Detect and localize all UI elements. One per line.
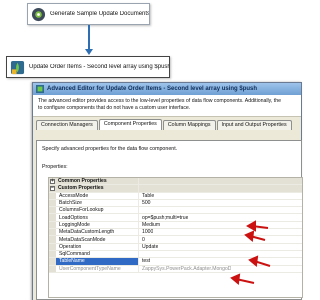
property-value[interactable]: op=$push;multi=true (139, 214, 188, 221)
property-name: MetaDataCustomLength (56, 229, 139, 236)
property-row-readonly[interactable]: UserComponentTypeName ZappySys.PowerPack… (49, 265, 302, 273)
property-value[interactable]: 0 (139, 236, 145, 243)
component-icon (36, 85, 44, 93)
advanced-editor-dialog: Advanced Editor for Update Order Items -… (32, 82, 303, 300)
property-value[interactable] (139, 251, 142, 257)
tab-strip: Connection Managers Component Properties… (36, 119, 301, 130)
property-name: LoggingMode (56, 221, 139, 229)
dialog-description: The advanced editor provides access to t… (33, 95, 301, 117)
task-generate-sample-update-documents[interactable]: Generate Sample Update Documents (27, 3, 150, 25)
property-row[interactable]: AccessMode Table (49, 192, 302, 200)
property-value[interactable]: test (139, 258, 150, 264)
task-label: Generate Sample Update Documents (50, 11, 149, 17)
mongodb-destination-icon (10, 60, 25, 74)
property-value[interactable]: 1000 (139, 229, 153, 235)
dialog-title: Advanced Editor for Update Order Items -… (47, 86, 258, 92)
property-row[interactable]: Operation Update (49, 243, 302, 251)
property-name: BatchSize (56, 199, 139, 207)
category-common-properties[interactable]: + Common Properties (49, 178, 302, 186)
property-value[interactable]: 500 (139, 200, 151, 206)
property-name: Operation (56, 243, 139, 250)
property-value[interactable] (139, 207, 142, 213)
gear-database-icon (31, 7, 46, 21)
property-name: TableName (56, 258, 139, 265)
property-row[interactable]: SqlCommand (49, 250, 302, 259)
property-grid: + Common Properties − Custom Properties … (48, 177, 303, 298)
flow-connector-arrowhead (85, 49, 93, 55)
property-row[interactable]: MetaDataScanMode 0 (49, 236, 302, 244)
task-label: Update Order Items - Second level array … (29, 64, 169, 70)
property-row[interactable]: LoadOptions op=$push;multi=true (49, 214, 302, 222)
property-value[interactable]: Medium (139, 222, 160, 228)
tab-column-mappings[interactable]: Column Mappings (162, 120, 216, 130)
category-custom-properties[interactable]: − Custom Properties (49, 185, 302, 193)
tab-connection-managers[interactable]: Connection Managers (36, 120, 98, 130)
description-line: The advanced editor provides access to t… (38, 98, 281, 104)
expand-icon[interactable]: + (50, 178, 55, 184)
property-row[interactable]: MetaDataCustomLength 1000 (49, 229, 302, 237)
properties-label: Properties: (42, 164, 68, 170)
collapse-icon[interactable]: − (50, 185, 55, 191)
dialog-titlebar[interactable]: Advanced Editor for Update Order Items -… (33, 83, 301, 95)
property-value[interactable]: Table (139, 193, 154, 199)
property-row[interactable]: ColumnsForLookup (49, 207, 302, 215)
component-properties-panel: Specify advanced properties for the data… (36, 140, 303, 300)
property-row[interactable]: BatchSize 500 (49, 199, 302, 208)
tab-input-output-properties[interactable]: Input and Output Properties (216, 120, 292, 130)
task-update-order-items[interactable]: Update Order Items - Second level array … (6, 56, 170, 78)
property-name: SqlCommand (56, 250, 139, 258)
property-name: ColumnsForLookup (56, 207, 139, 214)
property-name: AccessMode (56, 192, 139, 199)
property-value[interactable]: Update (139, 244, 158, 250)
property-row-selected[interactable]: TableName test (49, 258, 302, 266)
flow-connector (88, 25, 90, 51)
property-name: UserComponentTypeName (56, 265, 139, 272)
property-name: MetaDataScanMode (56, 236, 139, 243)
property-row[interactable]: LoggingMode Medium (49, 221, 302, 230)
description-line: to configure components that do not have… (38, 105, 191, 111)
property-name: LoadOptions (56, 214, 139, 221)
panel-description: Specify advanced properties for the data… (42, 146, 178, 152)
property-value: ZappySys.PowerPack.Adapter.MongoD (142, 265, 232, 272)
tab-component-properties[interactable]: Component Properties (98, 119, 162, 130)
